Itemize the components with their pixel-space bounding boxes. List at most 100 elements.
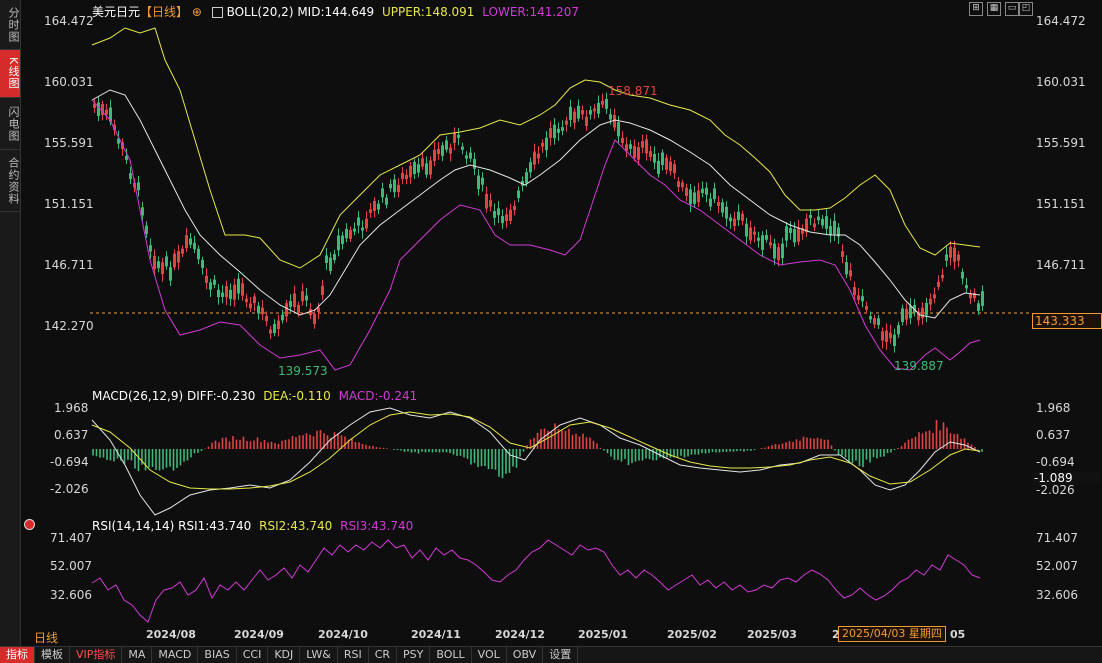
candle-body [157, 261, 160, 269]
candle-body [909, 305, 912, 319]
candle-body [749, 227, 752, 241]
macd-title: MACD(26,12,9) [92, 389, 184, 403]
indicator-kdj[interactable]: KDJ [268, 647, 301, 663]
candle-body [525, 172, 528, 184]
candle-body [981, 291, 984, 306]
candle-body [249, 303, 252, 309]
candle-body [961, 271, 964, 279]
indicator-bar: 指标 模板 VIP指标 MA MACD BIAS CCI KDJ LW& RSI… [0, 646, 1102, 663]
indicator-tab[interactable]: 指标 [0, 647, 35, 663]
candle-body [865, 306, 868, 310]
candle-body [941, 274, 944, 279]
macd-diff-line [91, 407, 981, 516]
indicator-macd[interactable]: MACD [152, 647, 199, 663]
candle-body [329, 257, 332, 271]
candle-body [889, 332, 892, 339]
indicator-cci[interactable]: CCI [237, 647, 269, 663]
candle-body [277, 320, 280, 330]
candle-body [465, 155, 468, 159]
candle-body [545, 137, 548, 151]
candle-body [557, 128, 560, 133]
candle-body [873, 318, 876, 325]
candle-body [681, 182, 684, 188]
record-icon[interactable] [24, 519, 35, 530]
candle-body [897, 325, 900, 335]
rsi-title: RSI(14,14,14) [92, 519, 175, 533]
candle-body [593, 108, 596, 112]
candle-body [921, 307, 924, 319]
candle-body [125, 155, 128, 160]
candle-body [597, 102, 600, 114]
indicator-obv[interactable]: OBV [507, 647, 544, 663]
candle-body [785, 226, 788, 241]
indicator-cr[interactable]: CR [369, 647, 398, 663]
candle-body [349, 230, 352, 239]
candle-body [357, 217, 360, 226]
candle-body [341, 235, 344, 245]
candle-body [209, 282, 212, 290]
candle-body [417, 164, 420, 173]
candle-body [713, 188, 716, 200]
candle-body [185, 235, 188, 249]
candle-body [201, 259, 204, 268]
macd-label: -0.694 [50, 455, 89, 469]
vip-indicator-tab[interactable]: VIP指标 [70, 647, 123, 663]
candle-body [441, 145, 444, 156]
macd-header: MACD(26,12,9) DIFF:-0.230 DEA:-0.110 MAC… [92, 389, 417, 403]
candle-body [257, 305, 260, 314]
candle-body [577, 105, 580, 119]
rsi-label: 71.407 [50, 531, 92, 545]
candle-body [841, 251, 844, 257]
candle-body [753, 231, 756, 235]
candle-body [269, 329, 272, 334]
candle-body [333, 254, 336, 261]
rsi-header: RSI(14,14,14) RSI1:43.740 RSI2:43.740 RS… [92, 519, 413, 533]
candle-body [937, 281, 940, 287]
candle-body [365, 218, 368, 229]
indicator-psy[interactable]: PSY [397, 647, 431, 663]
boll-upper-line [91, 27, 981, 269]
rsi2-value: RSI2:43.740 [259, 519, 333, 533]
candle-body [105, 109, 108, 115]
rsi-label: 32.606 [50, 588, 92, 602]
candle-body [345, 228, 348, 239]
macd-diff: DIFF:-0.230 [186, 389, 256, 403]
indicator-ma[interactable]: MA [122, 647, 153, 663]
candle-body [701, 188, 704, 194]
candle-body [605, 98, 608, 109]
candle-body [569, 106, 572, 120]
candle-body [129, 173, 132, 179]
macd-dea: DEA:-0.110 [263, 389, 331, 403]
template-tab[interactable]: 模板 [35, 647, 70, 663]
candle-body [477, 175, 480, 190]
candle-body [705, 187, 708, 195]
candle-body [781, 243, 784, 259]
candle-body [409, 165, 412, 178]
macd-dea-line [91, 411, 981, 490]
macd-label: -2.026 [1036, 483, 1075, 497]
candle-body [585, 116, 588, 126]
high-annotation: 158.871 [608, 84, 658, 98]
candle-body [885, 330, 888, 342]
macd-label: 1.968 [54, 401, 89, 415]
indicator-bias[interactable]: BIAS [198, 647, 237, 663]
candle-body [565, 120, 568, 125]
candle-body [493, 211, 496, 218]
settings-tab[interactable]: 设置 [543, 647, 579, 663]
candle-body [405, 174, 408, 180]
candle-body [289, 301, 292, 307]
candle-body [809, 214, 812, 219]
candle-body [685, 187, 688, 196]
chart-canvas[interactable] [0, 0, 1102, 646]
candle-body [161, 262, 164, 275]
candle-body [721, 202, 724, 213]
candle-body [273, 323, 276, 334]
candle-body [401, 172, 404, 180]
period-label[interactable]: 日线 [34, 629, 58, 646]
candle-body [709, 198, 712, 207]
indicator-rsi[interactable]: RSI [338, 647, 369, 663]
indicator-lwr[interactable]: LW& [300, 647, 338, 663]
candle-body [181, 248, 184, 254]
indicator-vol[interactable]: VOL [472, 647, 507, 663]
indicator-boll[interactable]: BOLL [430, 647, 472, 663]
